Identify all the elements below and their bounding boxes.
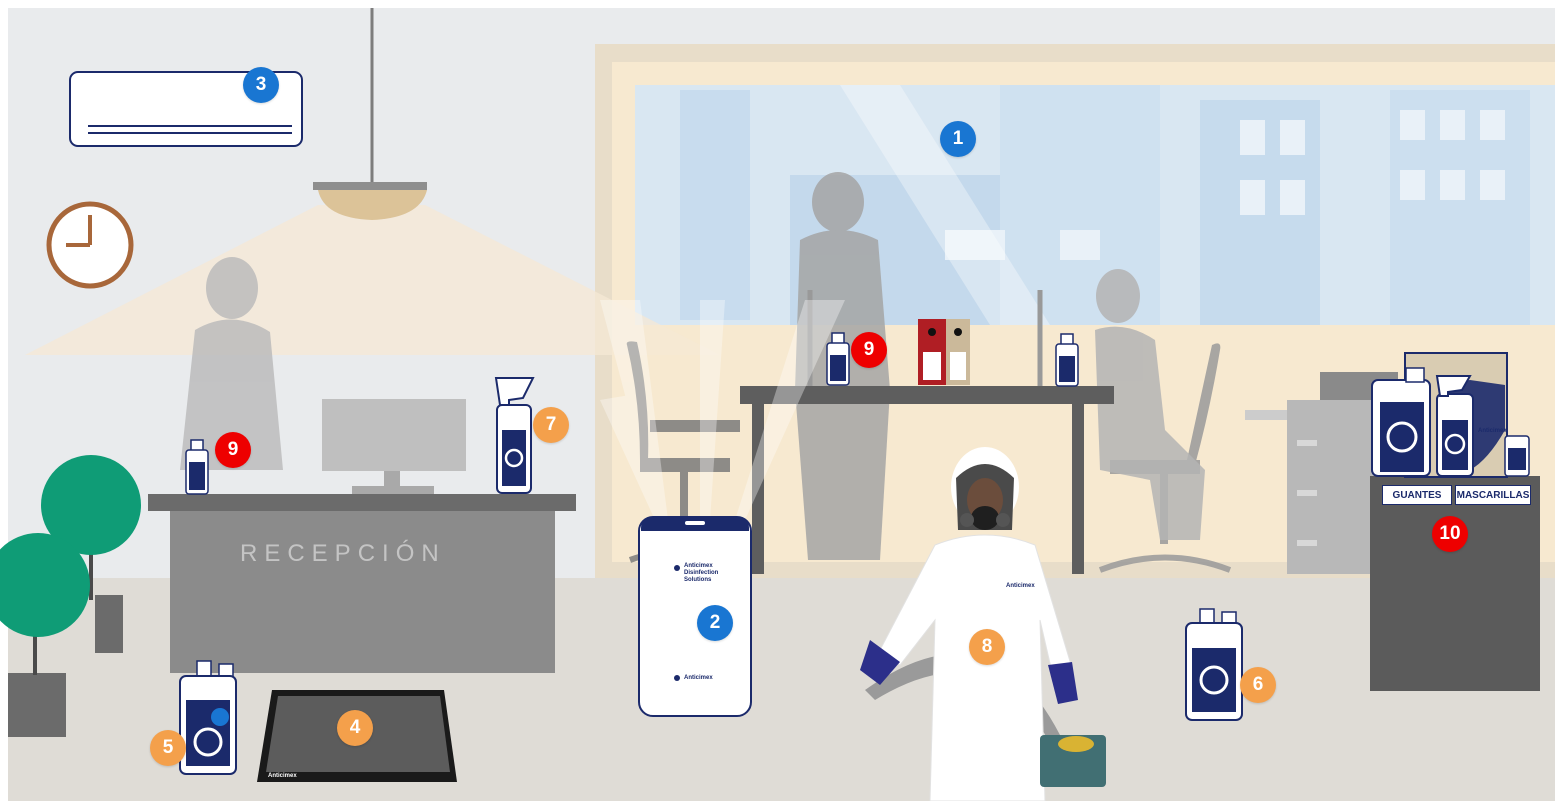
hotspot-marker-2[interactable]: 2 [697, 605, 733, 641]
hotspot-marker-4[interactable]: 4 [337, 710, 373, 746]
masks-label: MASCARILLAS [1455, 485, 1531, 505]
hotspot-marker-6[interactable]: 6 [1240, 667, 1276, 703]
gloves-label: GUANTES [1382, 485, 1452, 505]
disinfectant-bottle-6 [1185, 608, 1243, 721]
purifier-brand-bottom: Anticimex [684, 675, 713, 681]
monitor [322, 399, 466, 471]
hotspot-marker-5[interactable]: 5 [150, 730, 186, 766]
hotspot-marker-7[interactable]: 7 [533, 407, 569, 443]
reception-sign: RECEPCIÓN [240, 540, 446, 567]
office-scene: RECEPCIÓN GUANTES MASCARILLAS Anticimex … [0, 0, 1555, 801]
mat-brand: Anticimex [268, 773, 297, 779]
suit-brand: Anticimex [1006, 583, 1035, 589]
purifier-brand: Anticimex Disinfection Solutions [684, 563, 719, 583]
ppe-box-brand: Anticimex [1478, 428, 1507, 434]
air-purifier [638, 516, 752, 717]
ppe-station [1370, 476, 1540, 691]
disinfectant-bottle-5 [179, 660, 237, 775]
hotspot-marker-10[interactable]: 10 [1432, 516, 1468, 552]
hotspot-marker-1[interactable]: 1 [940, 121, 976, 157]
reception-desk [148, 494, 576, 511]
hotspot-marker-9-desk[interactable]: 9 [851, 332, 887, 368]
hotspot-marker-8[interactable]: 8 [969, 629, 1005, 665]
hotspot-marker-3[interactable]: 3 [243, 67, 279, 103]
office-illustration [0, 8, 1555, 801]
hotspot-marker-9-reception[interactable]: 9 [215, 432, 251, 468]
